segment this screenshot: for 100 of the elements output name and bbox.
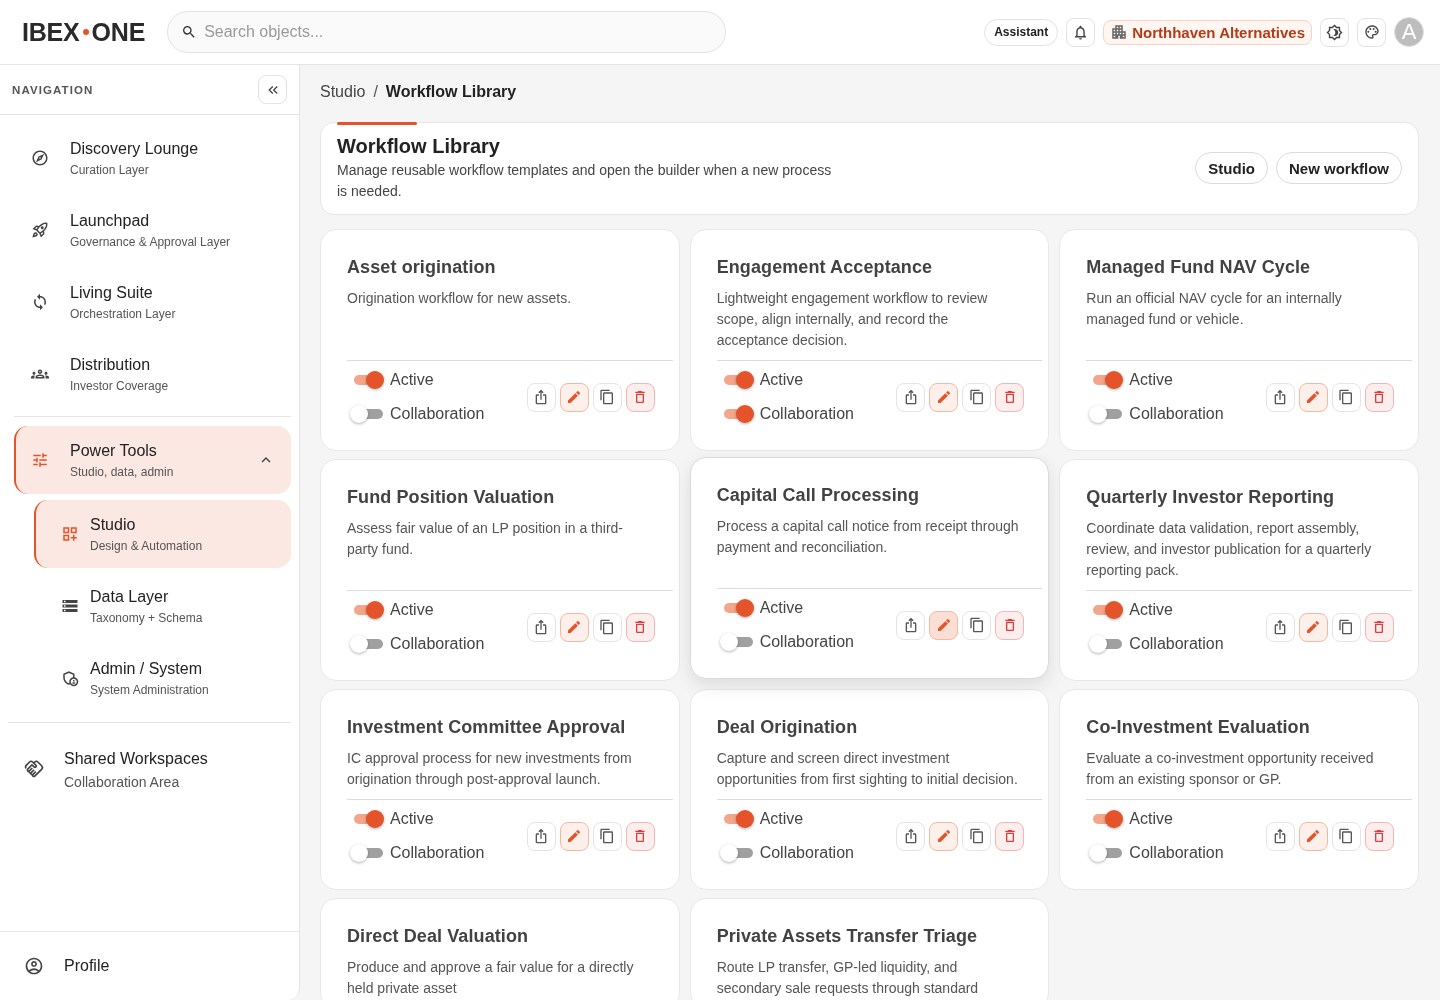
pencil-icon (1305, 389, 1322, 405)
share-button[interactable] (526, 821, 556, 851)
share-button[interactable] (1266, 821, 1295, 851)
toggle-label: Active (1129, 601, 1173, 619)
nav-item[interactable]: Studio Design & Automation (34, 500, 291, 568)
brightness-icon (1326, 23, 1343, 41)
copy-button[interactable] (1332, 612, 1361, 642)
profile-item[interactable]: Profile (0, 931, 299, 1000)
nav-item[interactable]: Data Layer Taxonomy + Schema (34, 572, 291, 640)
edit-button[interactable] (1299, 612, 1328, 642)
header-button[interactable]: Studio (1195, 152, 1268, 184)
edit-button[interactable] (1299, 382, 1328, 412)
pencil-icon (1305, 828, 1322, 844)
edit-button[interactable] (559, 612, 589, 642)
pencil-icon (566, 389, 583, 405)
share-button[interactable] (1266, 382, 1295, 412)
copy-button[interactable] (1332, 821, 1361, 851)
card-description: IC approval process for new investments from origination through post-approval launch. (347, 749, 633, 789)
card-title: Capital Call Processing (716, 484, 921, 506)
toggle-label: Collaboration (759, 633, 854, 651)
toggle-label: Collaboration (1129, 844, 1224, 862)
card-title: Deal Origination (716, 716, 859, 738)
share-button[interactable] (526, 382, 556, 412)
card-description: Run an official NAV cycle for an internally managed fund or vehicle. (1086, 289, 1343, 329)
dot-icon (82, 29, 89, 35)
palette-button[interactable] (1357, 17, 1386, 47)
copy-icon (968, 828, 985, 844)
copy-button[interactable] (962, 382, 992, 412)
shield-icon (61, 669, 79, 687)
edit-button[interactable] (929, 382, 959, 412)
organization-chip[interactable]: Northhaven Alternatives (1103, 19, 1312, 45)
nav-item[interactable]: Admin / System System Administration (34, 644, 291, 712)
toggle-label: Collaboration (390, 405, 485, 423)
copy-button[interactable] (962, 821, 992, 851)
delete-button[interactable] (1365, 382, 1394, 412)
edit-button[interactable] (929, 821, 959, 851)
card-title: Engagement Acceptance (716, 256, 934, 278)
delete-button[interactable] (625, 382, 655, 412)
notifications-button[interactable] (1066, 17, 1096, 47)
share-button[interactable] (896, 610, 926, 640)
card-title: Investment Committee Approval (347, 716, 627, 738)
sidebar-heading: NAVIGATION (12, 83, 94, 96)
logo-text: ONE (91, 17, 146, 47)
search-field[interactable]: Search objects... (167, 11, 727, 53)
card-description: Evaluate a co-investment opportunity received from an existing sponsor or GP. (1086, 749, 1375, 789)
nav-item[interactable]: Shared Workspaces Collaboration Area (8, 735, 291, 803)
delete-button[interactable] (625, 612, 655, 642)
collapse-button[interactable] (258, 75, 287, 104)
nav-item[interactable]: Power Tools Studio, data, admin (14, 426, 291, 494)
toggle-label: Collaboration (1129, 405, 1224, 423)
toggle-label: Active (759, 599, 804, 617)
delete-button[interactable] (625, 821, 655, 851)
share-button[interactable] (896, 382, 926, 412)
delete-button[interactable] (995, 382, 1025, 412)
nav-item[interactable]: Launchpad Governance & Approval Layer (14, 196, 291, 264)
theme-button[interactable] (1320, 17, 1349, 47)
delete-button[interactable] (995, 610, 1025, 640)
page-description: Manage reusable workflow templates and open the builder when a new process is needed. (337, 161, 833, 201)
delete-button[interactable] (995, 821, 1025, 851)
pencil-icon (935, 617, 952, 633)
toggle-label: Active (759, 371, 804, 389)
rocket-icon (31, 221, 49, 239)
copy-button[interactable] (592, 612, 622, 642)
card-description: Route LP transfer, GP-led liquidity, and secondary sale requests through standard (716, 958, 980, 998)
copy-icon (968, 389, 985, 405)
copy-icon (1338, 828, 1355, 844)
toggle-label: Active (1129, 810, 1173, 828)
edit-button[interactable] (929, 610, 959, 640)
share-button[interactable] (896, 821, 926, 851)
sliders-icon (31, 451, 49, 469)
delete-button[interactable] (1365, 612, 1394, 642)
edit-button[interactable] (559, 382, 589, 412)
breadcrumb-link[interactable]: Studio (320, 82, 366, 102)
copy-icon (1338, 619, 1355, 635)
toggle-label: Collaboration (390, 844, 485, 862)
card-title: Quarterly Investor Reporting (1086, 486, 1336, 508)
toggle-label: Collaboration (1129, 635, 1224, 653)
share-button[interactable] (526, 612, 556, 642)
copy-icon (1338, 389, 1355, 405)
copy-button[interactable] (592, 382, 622, 412)
toggle-label: Active (390, 810, 434, 828)
nav-item[interactable]: Discovery Lounge Curation Layer (14, 124, 291, 192)
toggle-label: Active (390, 371, 434, 389)
copy-button[interactable] (1332, 382, 1361, 412)
copy-button[interactable] (592, 821, 622, 851)
copy-button[interactable] (962, 610, 992, 640)
edit-button[interactable] (1299, 821, 1328, 851)
page-title: Workflow Library (337, 134, 501, 158)
sync-icon (31, 293, 49, 311)
share-button[interactable] (1266, 612, 1295, 642)
toggle-label: Active (1129, 371, 1173, 389)
edit-button[interactable] (559, 821, 589, 851)
assistant-button[interactable]: Assistant (984, 18, 1059, 46)
nav-item[interactable]: Living Suite Orchestration Layer (14, 268, 291, 336)
card-description: Assess fair value of an LP position in a third-party fund. (347, 519, 624, 559)
header-button[interactable]: New workflow (1276, 152, 1402, 184)
toggle-label: Active (759, 810, 804, 828)
card-description: Produce and approve a fair value for a directly held private asset (347, 958, 635, 998)
delete-button[interactable] (1365, 821, 1394, 851)
copy-icon (599, 828, 616, 844)
